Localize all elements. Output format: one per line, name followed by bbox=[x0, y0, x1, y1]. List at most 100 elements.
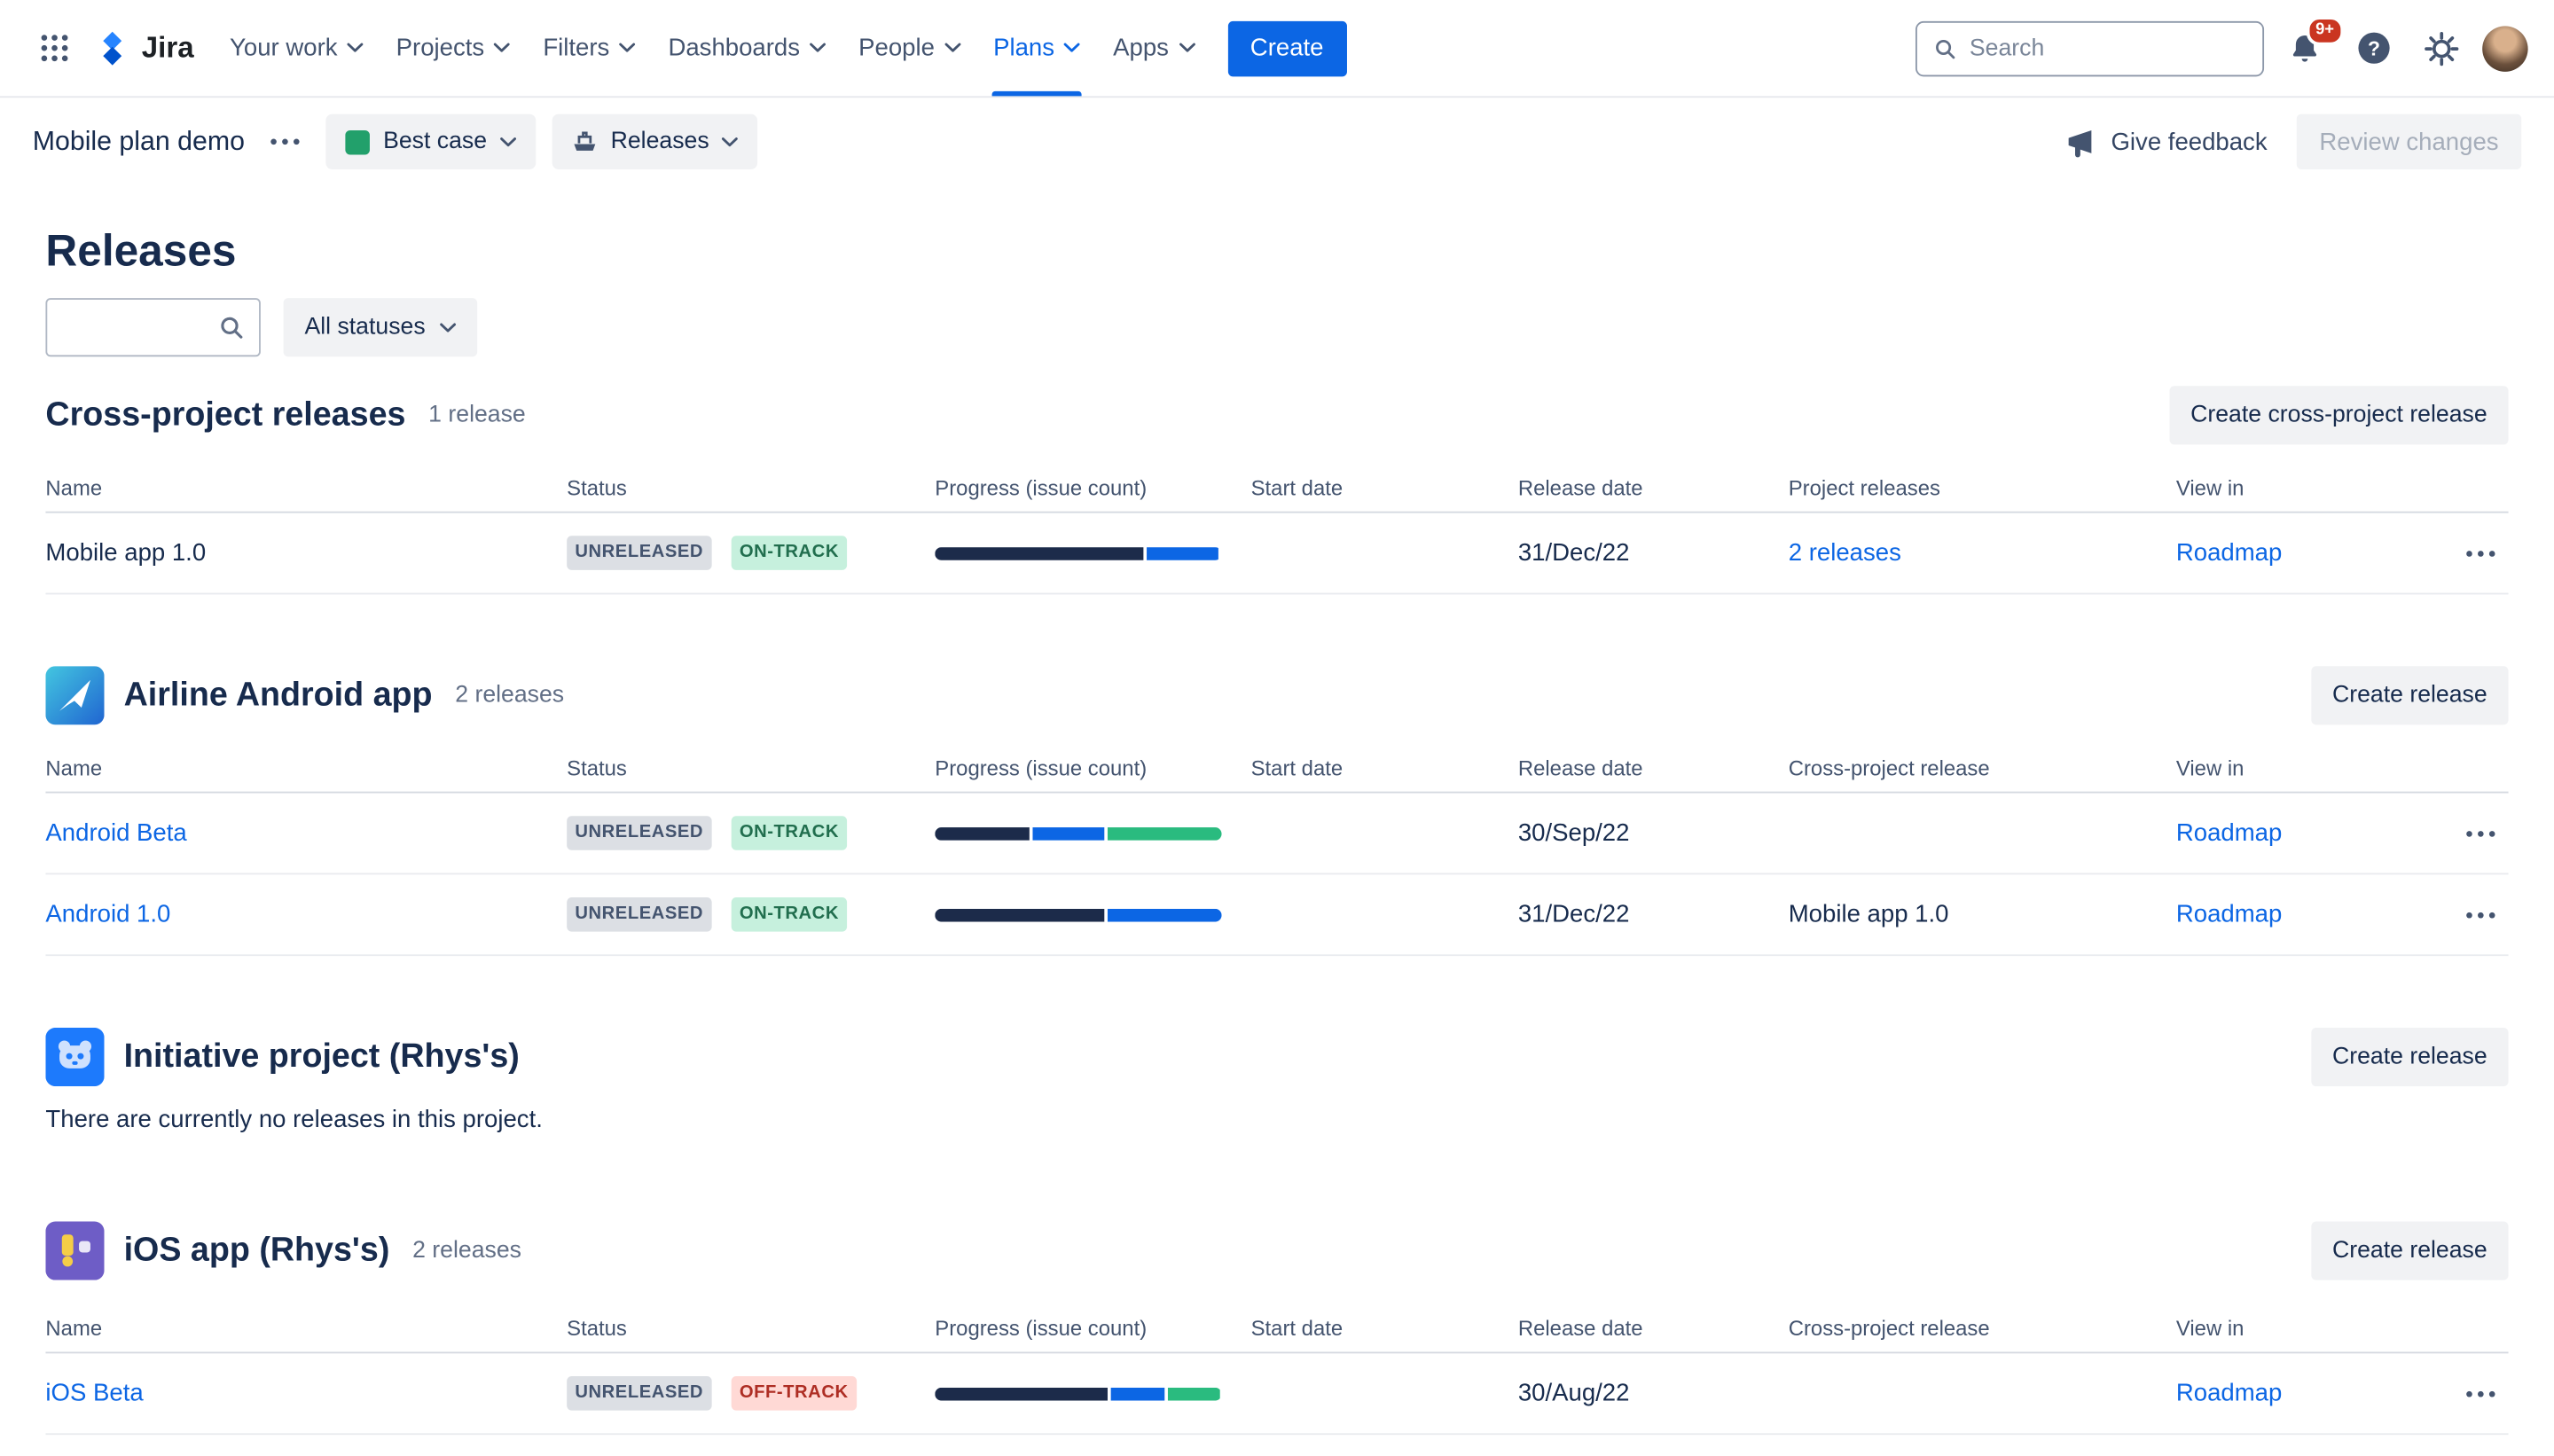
releases-search-input[interactable] bbox=[62, 314, 208, 340]
col-view-in: View in bbox=[2176, 1316, 2437, 1341]
no-releases-message: There are currently no releases in this … bbox=[45, 1106, 2508, 1133]
release-name: Mobile app 1.0 bbox=[45, 539, 567, 567]
status-badge-on-track: ON-TRACK bbox=[732, 898, 848, 931]
scenario-color-swatch bbox=[346, 129, 371, 154]
project-releases-link[interactable]: 2 releases bbox=[1789, 539, 2176, 567]
ios-project-icon bbox=[45, 1222, 104, 1280]
chevron-down-icon bbox=[722, 136, 738, 147]
more-horizontal-icon bbox=[2466, 550, 2495, 556]
col-project-releases: Project releases bbox=[1789, 475, 2176, 500]
create-cross-project-release-button[interactable]: Create cross-project release bbox=[2169, 386, 2508, 444]
chevron-down-icon bbox=[944, 43, 960, 54]
nav-dashboards[interactable]: Dashboards bbox=[652, 0, 842, 96]
global-search-input[interactable] bbox=[1970, 35, 2246, 60]
section-title: Cross-project releases bbox=[45, 395, 405, 434]
view-in-roadmap-link[interactable]: Roadmap bbox=[2176, 901, 2437, 928]
cross-release-cell: Mobile app 1.0 bbox=[1789, 901, 2176, 928]
col-release-date: Release date bbox=[1518, 1316, 1789, 1341]
chevron-down-icon bbox=[1179, 43, 1195, 54]
section-title: Airline Android app bbox=[124, 676, 433, 715]
nav-apps[interactable]: Apps bbox=[1097, 0, 1211, 96]
scenario-selector[interactable]: Best case bbox=[326, 114, 536, 169]
chevron-down-icon bbox=[494, 43, 510, 54]
plan-header-bar: Mobile plan demo Best case Releases bbox=[0, 98, 2554, 185]
top-navigation: Jira Your work Projects Filters Dashboar… bbox=[0, 0, 2554, 98]
jira-logo[interactable]: Jira bbox=[95, 30, 194, 66]
more-horizontal-icon bbox=[2466, 1390, 2495, 1397]
app-grid-icon bbox=[38, 33, 69, 64]
gear-icon bbox=[2424, 30, 2459, 66]
nav-filters[interactable]: Filters bbox=[527, 0, 652, 96]
view-selector-releases[interactable]: Releases bbox=[552, 114, 758, 169]
col-status: Status bbox=[567, 755, 935, 780]
nav-people[interactable]: People bbox=[842, 0, 977, 96]
release-date-cell: 30/Aug/22 bbox=[1518, 1380, 1789, 1407]
col-start-date: Start date bbox=[1251, 475, 1518, 500]
create-release-button[interactable]: Create release bbox=[2311, 666, 2508, 724]
release-date-cell: 30/Sep/22 bbox=[1518, 819, 1789, 847]
status-badge-unreleased: UNRELEASED bbox=[567, 1377, 711, 1410]
view-in-roadmap-link[interactable]: Roadmap bbox=[2176, 539, 2437, 567]
more-horizontal-icon bbox=[2466, 912, 2495, 918]
airline-project-icon bbox=[45, 666, 104, 724]
create-release-button[interactable]: Create release bbox=[2311, 1028, 2508, 1086]
release-name-link[interactable]: Android Beta bbox=[45, 819, 567, 847]
megaphone-icon bbox=[2064, 125, 2096, 158]
give-feedback-button[interactable]: Give feedback bbox=[2064, 125, 2267, 158]
jira-logo-text: Jira bbox=[142, 31, 194, 66]
table-row: Mobile app 1.0 UNRELEASED ON-TRACK 31/De… bbox=[45, 513, 2508, 595]
view-in-roadmap-link[interactable]: Roadmap bbox=[2176, 1380, 2437, 1407]
status-badge-unreleased: UNRELEASED bbox=[567, 898, 711, 931]
chevron-down-icon bbox=[810, 43, 826, 54]
status-badge-on-track: ON-TRACK bbox=[732, 536, 848, 569]
nav-plans[interactable]: Plans bbox=[977, 0, 1097, 96]
view-in-roadmap-link[interactable]: Roadmap bbox=[2176, 819, 2437, 847]
settings-button[interactable] bbox=[2414, 20, 2469, 75]
col-name: Name bbox=[45, 755, 567, 780]
help-button[interactable]: ? bbox=[2346, 20, 2401, 75]
row-actions-button[interactable] bbox=[2453, 809, 2508, 857]
release-ship-icon bbox=[572, 129, 598, 154]
chevron-down-icon bbox=[440, 322, 456, 333]
status-filter-dropdown[interactable]: All statuses bbox=[284, 298, 478, 356]
airline-android-section: Airline Android app 2 releases Create re… bbox=[45, 666, 2508, 956]
release-name-link[interactable]: Android 1.0 bbox=[45, 901, 567, 928]
col-name: Name bbox=[45, 475, 567, 500]
status-badge-unreleased: UNRELEASED bbox=[567, 817, 711, 849]
col-cross-project-release: Cross-project release bbox=[1789, 1316, 2176, 1341]
releases-search-field[interactable] bbox=[45, 298, 260, 356]
col-status: Status bbox=[567, 1316, 935, 1341]
release-date-cell: 31/Dec/22 bbox=[1518, 901, 1789, 928]
col-release-date: Release date bbox=[1518, 475, 1789, 500]
release-name-link[interactable]: iOS Beta bbox=[45, 1380, 567, 1407]
progress-bar bbox=[935, 1387, 1221, 1400]
status-cell: UNRELEASED ON-TRACK bbox=[567, 898, 935, 931]
nav-your-work[interactable]: Your work bbox=[214, 0, 380, 96]
plan-more-actions-button[interactable] bbox=[261, 121, 309, 163]
table-row: Android Beta UNRELEASED ON-TRACK 30/Sep/… bbox=[45, 793, 2508, 874]
initiative-project-icon bbox=[45, 1028, 104, 1086]
status-badge-unreleased: UNRELEASED bbox=[567, 536, 711, 569]
progress-bar bbox=[935, 546, 1221, 560]
initiative-project-section: Initiative project (Rhys's) Create relea… bbox=[45, 1028, 2508, 1133]
nav-projects[interactable]: Projects bbox=[380, 0, 527, 96]
global-search[interactable] bbox=[1916, 20, 2264, 75]
user-avatar[interactable] bbox=[2482, 25, 2527, 70]
more-horizontal-icon bbox=[2466, 830, 2495, 836]
status-cell: UNRELEASED ON-TRACK bbox=[567, 536, 935, 569]
create-release-button[interactable]: Create release bbox=[2311, 1222, 2508, 1280]
col-start-date: Start date bbox=[1251, 1316, 1518, 1341]
col-release-date: Release date bbox=[1518, 755, 1789, 780]
app-window: Jira Your work Projects Filters Dashboar… bbox=[0, 0, 2554, 1456]
svg-text:?: ? bbox=[2367, 36, 2379, 59]
section-title: Initiative project (Rhys's) bbox=[124, 1037, 520, 1076]
row-actions-button[interactable] bbox=[2453, 890, 2508, 939]
filter-row: All statuses bbox=[45, 298, 2508, 356]
create-button[interactable]: Create bbox=[1227, 20, 1346, 75]
app-switcher-button[interactable] bbox=[26, 20, 81, 75]
row-actions-button[interactable] bbox=[2453, 1369, 2508, 1418]
page-title: Releases bbox=[45, 224, 2508, 278]
review-changes-button[interactable]: Review changes bbox=[2297, 114, 2522, 169]
row-actions-button[interactable] bbox=[2453, 528, 2508, 577]
ios-releases-table: Name Status Progress (issue count) Start… bbox=[45, 1304, 2508, 1435]
